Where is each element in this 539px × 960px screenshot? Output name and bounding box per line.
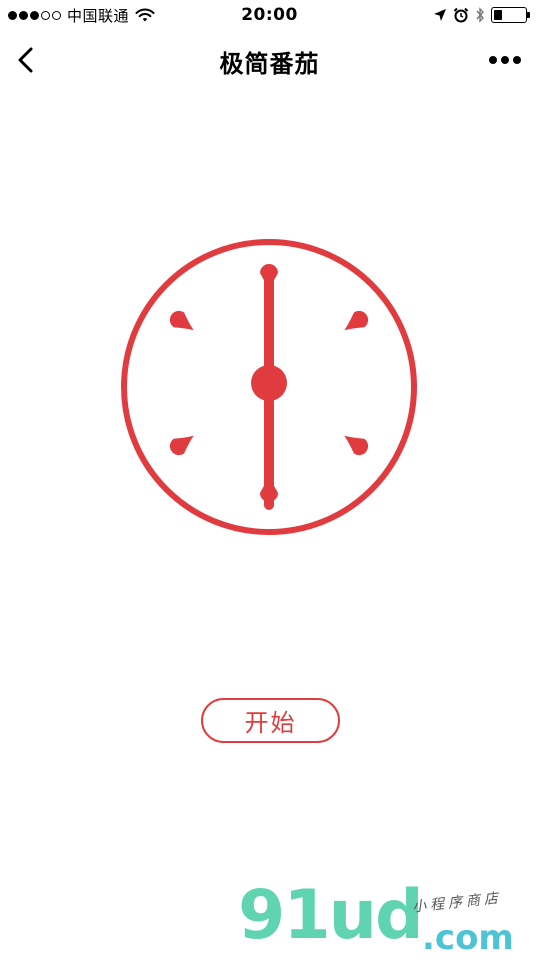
status-bar: 中国联通 20:00 — [0, 0, 539, 30]
hour-mark — [344, 310, 369, 331]
battery-fill — [494, 10, 502, 20]
watermark-logo: 91ud — [238, 876, 424, 955]
alarm-icon — [453, 7, 469, 23]
tomato-clock — [121, 239, 417, 535]
watermark-subtitle: 小程序商店 — [411, 890, 503, 916]
watermark-domain: .com — [422, 918, 514, 958]
more-dots-icon — [489, 56, 521, 64]
location-arrow-icon — [434, 9, 446, 21]
page-title: 极简番茄 — [219, 50, 320, 78]
hour-mark — [169, 435, 194, 456]
hour-mark — [169, 310, 194, 331]
start-button[interactable]: 开始 — [201, 698, 340, 743]
more-button[interactable] — [483, 42, 527, 78]
status-right — [433, 6, 530, 24]
clock-center-dot — [251, 365, 287, 401]
hour-mark — [344, 435, 369, 456]
nav-bar: 极简番茄 — [0, 30, 539, 90]
bluetooth-icon — [476, 7, 484, 23]
watermark: 91ud 小程序商店 .com — [232, 880, 532, 960]
battery-icon — [491, 7, 530, 23]
